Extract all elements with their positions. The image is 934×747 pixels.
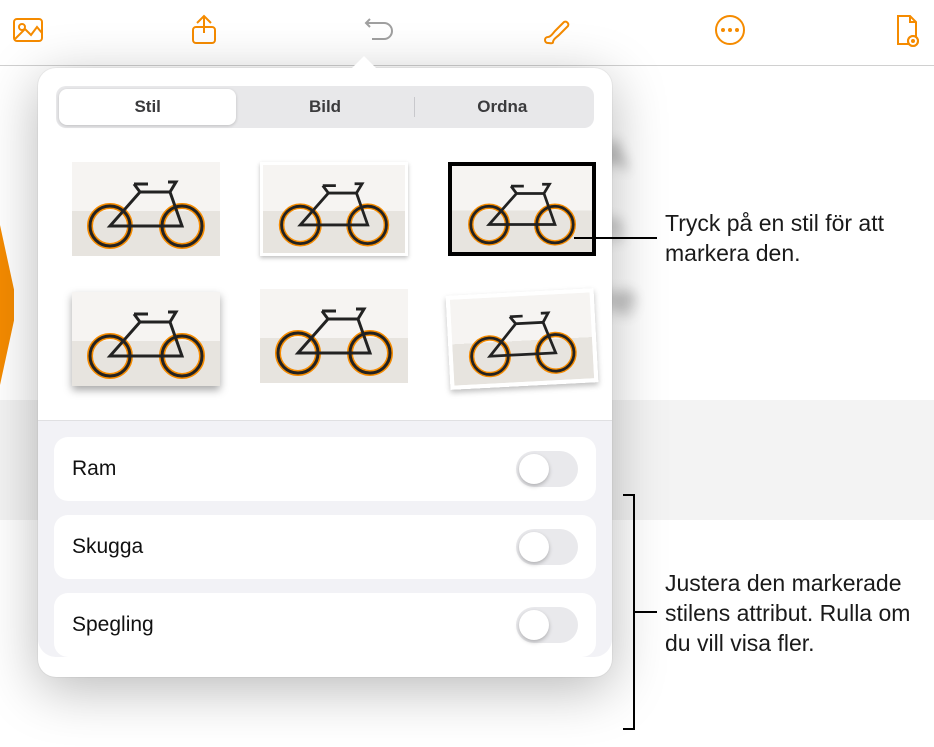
- settings-list: Ram Skugga Spegling: [38, 420, 612, 657]
- callout-bracket: [623, 494, 633, 496]
- tab-bar: Stil Bild Ordna: [38, 68, 612, 140]
- document-icon[interactable]: [884, 8, 928, 52]
- tab-stil[interactable]: Stil: [59, 89, 236, 125]
- tab-label: Ordna: [477, 97, 527, 117]
- switch-spegling[interactable]: [516, 607, 578, 643]
- setting-label: Spegling: [72, 613, 154, 637]
- setting-ram: Ram: [54, 437, 596, 501]
- brush-icon[interactable]: [533, 8, 577, 52]
- toolbar: [0, 0, 934, 66]
- callout-text: Justera den markerade stilens attribut. …: [665, 570, 910, 656]
- format-popover: Stil Bild Ordna Ram Skugga Spegling: [38, 68, 612, 677]
- tab-label: Stil: [134, 97, 160, 117]
- style-thumb[interactable]: [68, 288, 224, 390]
- tab-bild[interactable]: Bild: [236, 89, 413, 125]
- style-thumbnails: [38, 140, 612, 420]
- style-thumb[interactable]: [256, 158, 412, 260]
- tab-label: Bild: [309, 97, 341, 117]
- bike-thumbnail: [448, 162, 596, 256]
- callout-style: Tryck på en stil för att markera den.: [665, 208, 915, 268]
- setting-label: Ram: [72, 457, 116, 481]
- photo-icon[interactable]: [6, 8, 50, 52]
- callout-line: [574, 237, 657, 239]
- style-thumb[interactable]: [256, 288, 412, 390]
- bike-thumbnail: [260, 162, 408, 256]
- bike-thumbnail: [260, 289, 408, 383]
- setting-label: Skugga: [72, 535, 143, 559]
- callout-text: Tryck på en stil för att markera den.: [665, 210, 884, 266]
- setting-spegling: Spegling: [54, 593, 596, 657]
- bike-thumbnail: [72, 292, 220, 386]
- bike-thumbnail: [72, 162, 220, 256]
- setting-skugga: Skugga: [54, 515, 596, 579]
- background-decoration: [0, 225, 28, 385]
- style-thumb[interactable]: [444, 158, 600, 260]
- share-icon[interactable]: [182, 8, 226, 52]
- more-icon[interactable]: [708, 8, 752, 52]
- tab-ordna[interactable]: Ordna: [414, 89, 591, 125]
- segmented-control: Stil Bild Ordna: [56, 86, 594, 128]
- switch-skugga[interactable]: [516, 529, 578, 565]
- callout-line: [633, 611, 657, 613]
- style-thumb[interactable]: [68, 158, 224, 260]
- bike-thumbnail: [446, 288, 599, 390]
- undo-icon[interactable]: [357, 8, 401, 52]
- switch-ram[interactable]: [516, 451, 578, 487]
- style-thumb[interactable]: [444, 288, 600, 390]
- callout-attrs: Justera den markerade stilens attribut. …: [665, 568, 927, 658]
- callout-bracket: [623, 728, 633, 730]
